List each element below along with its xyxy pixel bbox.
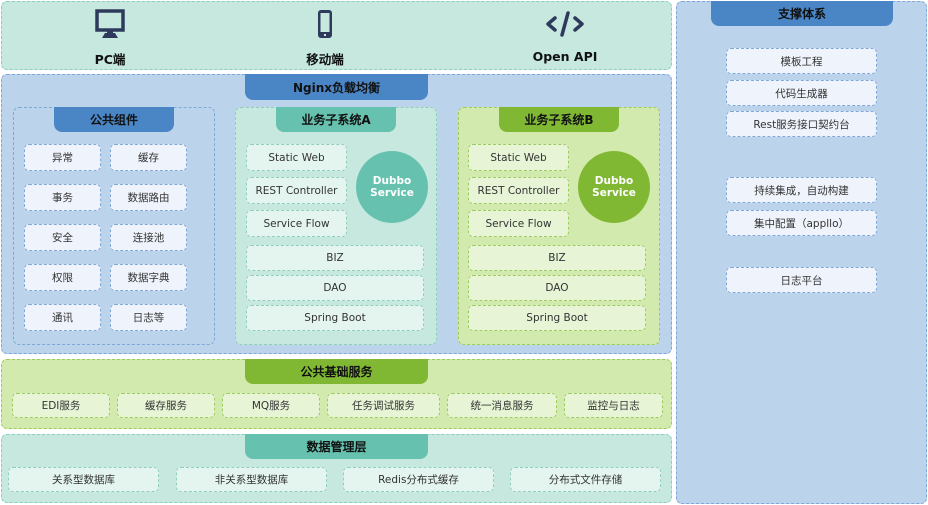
- desktop-monitor-icon: [95, 9, 125, 43]
- dubbo-service-node: Dubbo Service: [578, 151, 650, 223]
- client-label: PC端: [94, 52, 126, 67]
- web-layer-chip: Service Flow: [468, 210, 569, 237]
- dubbo-service-label: Service: [370, 187, 414, 199]
- web-layer-chip: Service Flow: [246, 210, 347, 237]
- mobile-phone-icon: [310, 9, 340, 43]
- client-label: 移动端: [306, 52, 344, 67]
- data-store-chip: 关系型数据库: [8, 467, 159, 492]
- layer-chip: BIZ: [468, 245, 646, 271]
- dubbo-service-label: Dubbo: [594, 175, 634, 187]
- common-components-title: 公共组件: [54, 107, 174, 132]
- support-system-title: 支撑体系: [711, 1, 893, 26]
- component-chip: 数据字典: [110, 264, 187, 291]
- support-item-chip: 集中配置（appllo）: [726, 210, 877, 236]
- subsystem-b-title: 业务子系统B: [499, 107, 619, 132]
- data-layer-title: 数据管理层: [245, 434, 428, 459]
- client-mobile: 移动端: [285, 9, 365, 68]
- client-label: Open API: [532, 49, 598, 64]
- component-chip: 权限: [24, 264, 101, 291]
- base-service-chip: 监控与日志: [564, 393, 663, 418]
- base-services-title: 公共基础服务: [245, 359, 428, 384]
- component-chip: 异常: [24, 144, 101, 171]
- component-chip: 安全: [24, 224, 101, 251]
- support-item-chip: 模板工程: [726, 48, 877, 74]
- component-chip: 通讯: [24, 304, 101, 331]
- support-system-panel: [676, 1, 927, 504]
- data-store-chip: 非关系型数据库: [176, 467, 327, 492]
- layer-chip: Spring Boot: [468, 305, 646, 331]
- support-item-chip: 持续集成，自动构建: [726, 177, 877, 203]
- layer-chip: Spring Boot: [246, 305, 424, 331]
- base-service-chip: 任务调试服务: [327, 393, 440, 418]
- component-chip: 连接池: [110, 224, 187, 251]
- client-open-api: Open API: [525, 9, 605, 64]
- component-chip: 事务: [24, 184, 101, 211]
- subsystem-a-title: 业务子系统A: [276, 107, 396, 132]
- support-item-chip: 代码生成器: [726, 80, 877, 106]
- component-chip: 日志等: [110, 304, 187, 331]
- base-service-chip: 缓存服务: [117, 393, 215, 418]
- web-layer-chip: REST Controller: [468, 177, 569, 204]
- data-store-chip: Redis分布式缓存: [343, 467, 494, 492]
- code-brackets-icon: [545, 9, 585, 43]
- web-layer-chip: REST Controller: [246, 177, 347, 204]
- layer-chip: BIZ: [246, 245, 424, 271]
- base-service-chip: MQ服务: [222, 393, 320, 418]
- client-pc: PC端: [70, 9, 150, 68]
- dubbo-service-node: Dubbo Service: [356, 151, 428, 223]
- web-layer-chip: Static Web: [246, 144, 347, 171]
- base-service-chip: EDI服务: [12, 393, 110, 418]
- layer-chip: DAO: [468, 275, 646, 301]
- dubbo-service-label: Dubbo: [372, 175, 412, 187]
- support-item-chip: 日志平台: [726, 267, 877, 293]
- component-chip: 缓存: [110, 144, 187, 171]
- data-store-chip: 分布式文件存储: [510, 467, 661, 492]
- component-chip: 数据路由: [110, 184, 187, 211]
- layer-chip: DAO: [246, 275, 424, 301]
- support-item-chip: Rest服务接口契约台: [726, 111, 877, 137]
- nginx-load-balancer-title: Nginx负载均衡: [245, 74, 428, 100]
- web-layer-chip: Static Web: [468, 144, 569, 171]
- dubbo-service-label: Service: [592, 187, 636, 199]
- base-service-chip: 统一消息服务: [447, 393, 557, 418]
